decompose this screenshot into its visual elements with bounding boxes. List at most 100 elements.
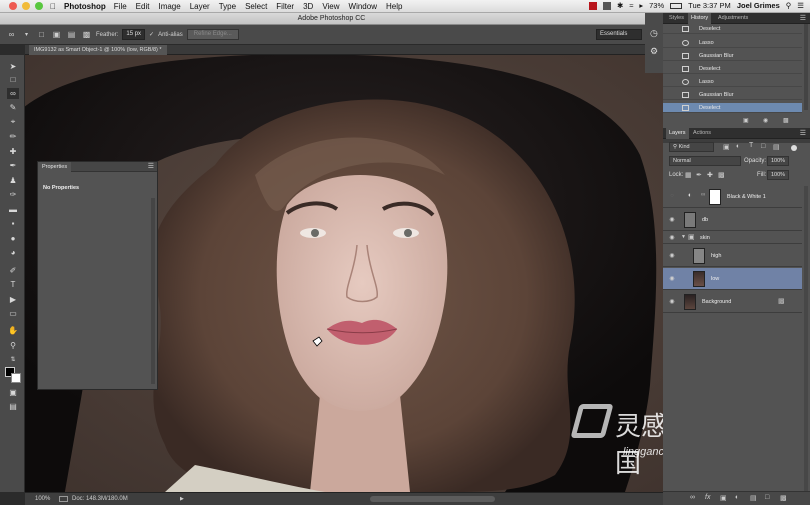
clock[interactable]: Tue 3:37 PM xyxy=(688,1,731,10)
history-item[interactable]: Deselect xyxy=(663,64,802,74)
blend-mode-select[interactable]: Normal xyxy=(669,156,741,166)
visibility-off-icon[interactable]: ○ xyxy=(668,193,676,199)
layer-row[interactable]: ◉ db xyxy=(663,209,802,231)
add-mask-icon[interactable]: ▣ xyxy=(720,494,727,502)
dodge-tool-icon[interactable]: ◕ xyxy=(7,247,19,258)
lasso-tool-icon[interactable]: ∞ xyxy=(7,88,19,99)
healing-brush-tool-icon[interactable]: ✚ xyxy=(7,146,19,157)
clone-stamp-tool-icon[interactable]: ♟ xyxy=(7,175,19,186)
move-tool-icon[interactable]: ➤ xyxy=(7,61,19,72)
eyedropper-tool-icon[interactable]: ✏ xyxy=(7,131,19,142)
menu-type[interactable]: Type xyxy=(219,2,236,11)
history-item[interactable]: Gaussian Blur xyxy=(663,51,802,61)
history-brush-tool-icon[interactable]: ✑ xyxy=(7,189,19,200)
lock-pixels-icon[interactable]: ✒ xyxy=(696,171,702,179)
layer-row[interactable]: ○ ◐ ∞ Black & White 1 xyxy=(663,186,802,208)
screen-mode-icon[interactable]: ▤ xyxy=(7,401,19,412)
lock-transparent-icon[interactable]: ▦ xyxy=(685,171,692,179)
spotlight-icon[interactable]: ⚲ xyxy=(786,1,792,10)
properties-scrollbar[interactable] xyxy=(151,198,155,384)
visibility-icon[interactable]: ◉ xyxy=(668,252,676,259)
properties-menu-icon[interactable]: ☰ xyxy=(148,162,154,172)
type-tool-icon[interactable]: T xyxy=(7,279,19,290)
mask-link-icon[interactable]: ∞ xyxy=(701,192,705,198)
wifi-icon[interactable]: ≈ xyxy=(629,1,633,10)
lock-all-icon[interactable]: ▩ xyxy=(718,171,725,179)
layers-scrollbar[interactable] xyxy=(804,186,808,491)
delete-state-icon[interactable]: ▩ xyxy=(783,117,789,124)
new-adjustment-icon[interactable]: ◐ xyxy=(735,494,739,501)
tab-history[interactable]: History xyxy=(688,13,712,24)
doc-info-icon[interactable] xyxy=(59,496,68,502)
history-item-selected[interactable]: Deselect xyxy=(663,103,802,113)
filter-pixel-icon[interactable]: ▣ xyxy=(723,143,730,151)
visibility-icon[interactable]: ◉ xyxy=(668,275,676,282)
properties-dock-icon[interactable]: ⚙ xyxy=(650,46,658,57)
lasso-tool-preset-icon[interactable]: ∞ xyxy=(6,29,17,40)
background-color-swatch[interactable] xyxy=(11,373,21,383)
visibility-icon[interactable]: ◉ xyxy=(668,298,676,305)
layer-style-icon[interactable]: fx xyxy=(705,494,710,501)
menu-help[interactable]: Help xyxy=(386,2,402,11)
history-item[interactable]: Lasso xyxy=(663,38,802,48)
subtract-selection-icon[interactable]: ▤ xyxy=(66,29,77,40)
filter-smart-object-icon[interactable]: ▤ xyxy=(773,143,780,151)
user-name[interactable]: Joel Grimes xyxy=(737,1,780,10)
menu-select[interactable]: Select xyxy=(245,2,267,11)
menu-filter[interactable]: Filter xyxy=(276,2,294,11)
new-group-icon[interactable]: ▤ xyxy=(750,494,757,502)
quick-select-tool-icon[interactable]: ✎ xyxy=(7,102,19,113)
zoom-tool-icon[interactable]: ⚲ xyxy=(7,340,19,351)
history-item[interactable]: Lasso xyxy=(663,77,802,87)
history-menu-icon[interactable]: ☰ xyxy=(800,13,806,24)
intersect-selection-icon[interactable]: ▩ xyxy=(81,29,92,40)
layer-row[interactable]: ◉ high xyxy=(663,245,802,267)
app-menu[interactable]: Photoshop xyxy=(64,2,106,11)
blur-tool-icon[interactable]: ● xyxy=(7,233,19,244)
menu-file[interactable]: File xyxy=(114,2,127,11)
horizontal-scrollbar[interactable] xyxy=(370,496,495,502)
history-item[interactable]: Gaussian Blur xyxy=(663,90,802,100)
history-dock-icon[interactable]: ◷ xyxy=(650,28,658,39)
eraser-tool-icon[interactable]: ▬ xyxy=(7,204,19,215)
zoom-level[interactable]: 100% xyxy=(35,493,50,505)
zoom-window-button[interactable] xyxy=(35,2,43,10)
tab-styles[interactable]: Styles xyxy=(666,13,687,24)
status-menu-icon[interactable] xyxy=(602,1,611,10)
status-menu-arrow-icon[interactable]: ▶ xyxy=(180,493,184,505)
lock-position-icon[interactable]: ✚ xyxy=(707,171,713,179)
menu-3d[interactable]: 3D xyxy=(303,2,313,11)
battery-icon[interactable] xyxy=(670,2,683,9)
preset-dropdown-icon[interactable]: ▾ xyxy=(21,29,32,40)
visibility-icon[interactable]: ◉ xyxy=(668,216,676,223)
layer-row-selected[interactable]: ◉ low xyxy=(663,268,802,290)
menu-view[interactable]: View xyxy=(322,2,339,11)
refine-edge-button[interactable]: Refine Edge... xyxy=(186,29,239,40)
add-selection-icon[interactable]: ▣ xyxy=(51,29,62,40)
hand-tool-icon[interactable]: ✋ xyxy=(7,325,19,336)
bluetooth-icon[interactable]: ✱ xyxy=(617,1,623,10)
document-tab[interactable]: IMG9132 as Smart Object-1 @ 100% (low, R… xyxy=(29,45,167,55)
tab-adjustments[interactable]: Adjustments xyxy=(715,13,751,24)
group-expand-icon[interactable]: ▼ xyxy=(681,234,686,240)
filter-toggle[interactable] xyxy=(791,145,797,151)
new-selection-icon[interactable]: □ xyxy=(36,29,47,40)
notification-icon[interactable]: ☰ xyxy=(797,1,804,10)
layer-filter-select[interactable]: ⚲ Kind xyxy=(669,142,714,152)
brush-tool-icon[interactable]: ✒ xyxy=(7,160,19,171)
layer-group-row[interactable]: ◉ ▼ ▣ skin xyxy=(663,232,802,244)
menu-layer[interactable]: Layer xyxy=(190,2,210,11)
delete-layer-icon[interactable]: ▩ xyxy=(780,494,787,502)
feather-input[interactable]: 15 px xyxy=(122,29,146,40)
history-item[interactable]: Deselect xyxy=(663,24,802,34)
gradient-tool-icon[interactable]: ▪ xyxy=(7,218,19,229)
filter-type-icon[interactable]: T xyxy=(749,142,753,149)
tab-actions[interactable]: Actions xyxy=(690,128,714,139)
filter-adjustment-icon[interactable]: ◐ xyxy=(736,143,740,150)
swap-colors-icon[interactable]: ⇅ xyxy=(7,355,19,366)
new-layer-icon[interactable]: □ xyxy=(765,494,769,501)
volume-icon[interactable]: ▸ xyxy=(639,1,643,10)
workspace-switcher[interactable]: Essentials xyxy=(596,29,642,40)
visibility-icon[interactable]: ◉ xyxy=(668,234,676,241)
filter-shape-icon[interactable]: □ xyxy=(761,143,765,150)
